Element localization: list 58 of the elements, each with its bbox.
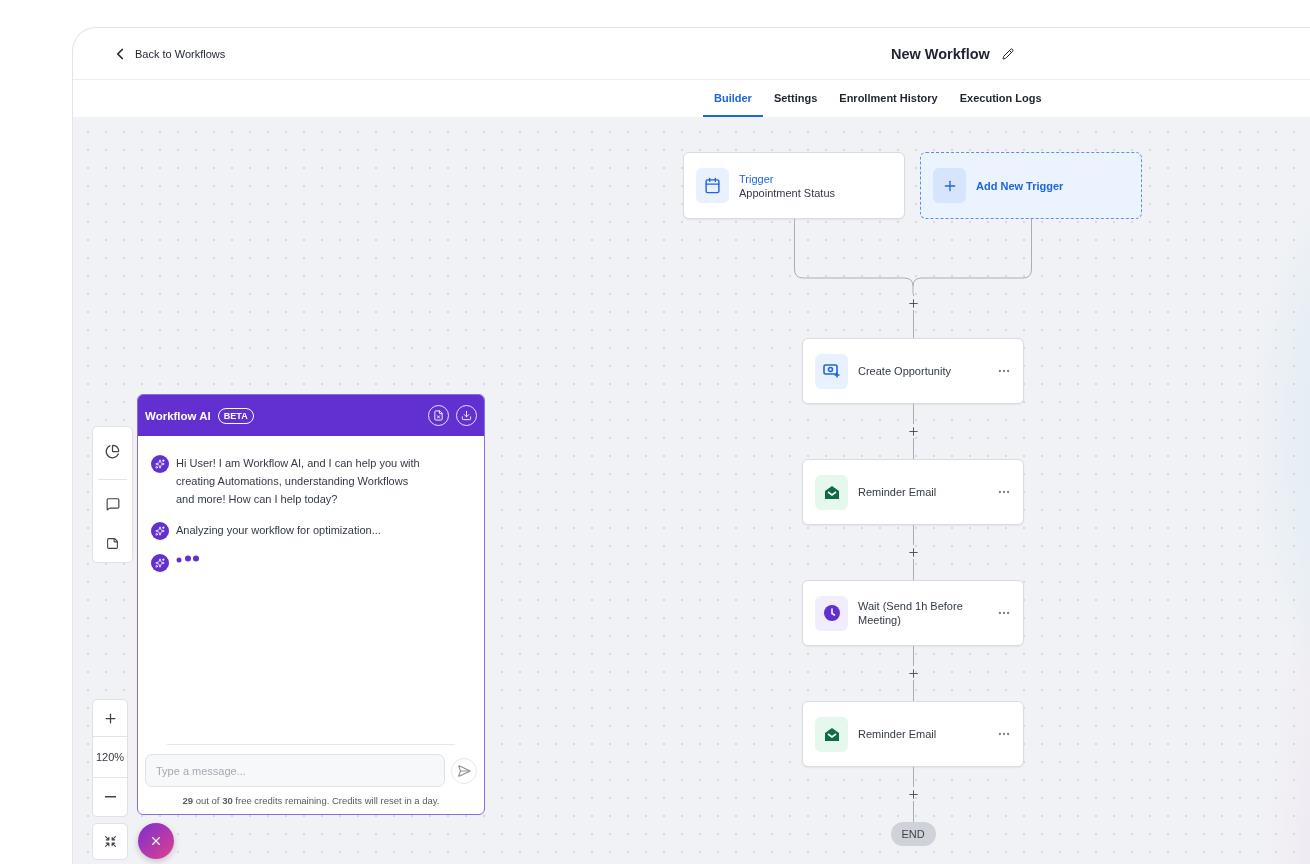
add-trigger-label: Add New Trigger <box>976 179 1064 192</box>
ai-avatar-icon <box>151 455 169 473</box>
tab[interactable]: Enrollment History <box>828 80 949 117</box>
close-icon <box>149 834 163 848</box>
plus-icon <box>906 545 920 559</box>
download-icon <box>461 410 472 421</box>
edit-icon[interactable] <box>1001 47 1014 60</box>
zoom-level: 120% <box>93 736 127 778</box>
action-node[interactable]: Reminder Email <box>802 701 1024 767</box>
action-label: Create Opportunity <box>858 364 952 378</box>
envelope-icon <box>823 484 840 500</box>
add-step-button[interactable] <box>906 545 920 559</box>
plus-icon <box>906 666 920 680</box>
chat-title: Workflow AI <box>145 409 211 422</box>
send-button[interactable] <box>451 757 477 784</box>
minus-icon <box>104 796 116 798</box>
ai-avatar-icon <box>151 554 169 572</box>
action-label: Wait (Send 1h Before Meeting) <box>858 599 964 627</box>
send-icon <box>457 763 471 778</box>
end-label: END <box>890 822 936 846</box>
back-link[interactable]: Back to Workflows <box>111 44 891 63</box>
action-node[interactable]: Wait (Send 1h Before Meeting) <box>802 580 1024 646</box>
ai-avatar-icon <box>151 522 169 540</box>
credits-note: 29 out of 30 free credits remaining. Credits will reset in a day. <box>181 795 441 806</box>
workflow-title: New Workflow <box>891 45 990 62</box>
add-step-button[interactable] <box>906 296 920 310</box>
shrink-arrows-icon <box>103 835 117 848</box>
tab[interactable]: Settings <box>762 80 829 117</box>
action-label: Reminder Email <box>858 485 938 499</box>
trigger-title: Trigger <box>739 172 775 185</box>
tab[interactable]: Execution Logs <box>948 80 1053 117</box>
clock-icon <box>823 605 840 621</box>
plus-icon <box>102 710 118 726</box>
close-button[interactable] <box>138 823 174 859</box>
pie-chart-icon <box>105 443 120 459</box>
trigger-card[interactable]: Trigger Appointment Status <box>683 152 905 219</box>
trigger-subtitle: Appointment Status <box>739 186 835 199</box>
message-input[interactable]: Type a message... <box>145 754 445 787</box>
cash-plus-icon <box>822 363 841 379</box>
document-x-icon <box>433 410 444 421</box>
plus-icon <box>906 787 920 801</box>
typing-indicator-icon <box>176 555 200 563</box>
add-step-button[interactable] <box>906 666 920 680</box>
plus-icon <box>906 296 920 310</box>
add-step-button[interactable] <box>906 424 920 438</box>
action-label: Reminder Email <box>858 727 938 741</box>
action-node[interactable]: Reminder Email <box>802 459 1024 525</box>
chat-message: Analyzing your workflow for optimization... <box>176 523 381 538</box>
chat-message: Hi User! I am Workflow AI, and I can help you with creating Automations, understanding Workflows and more! How can I help today? <box>176 456 421 507</box>
action-node[interactable]: Create Opportunity <box>802 338 1024 404</box>
back-link-label: Back to Workflows <box>135 47 226 60</box>
calendar-icon <box>704 177 721 194</box>
add-step-button[interactable] <box>906 787 920 801</box>
add-trigger-card[interactable]: Add New Trigger <box>920 152 1142 219</box>
comment-icon <box>105 497 120 511</box>
envelope-icon <box>823 726 840 742</box>
plus-icon <box>906 424 920 438</box>
sticky-note-icon <box>106 536 119 550</box>
